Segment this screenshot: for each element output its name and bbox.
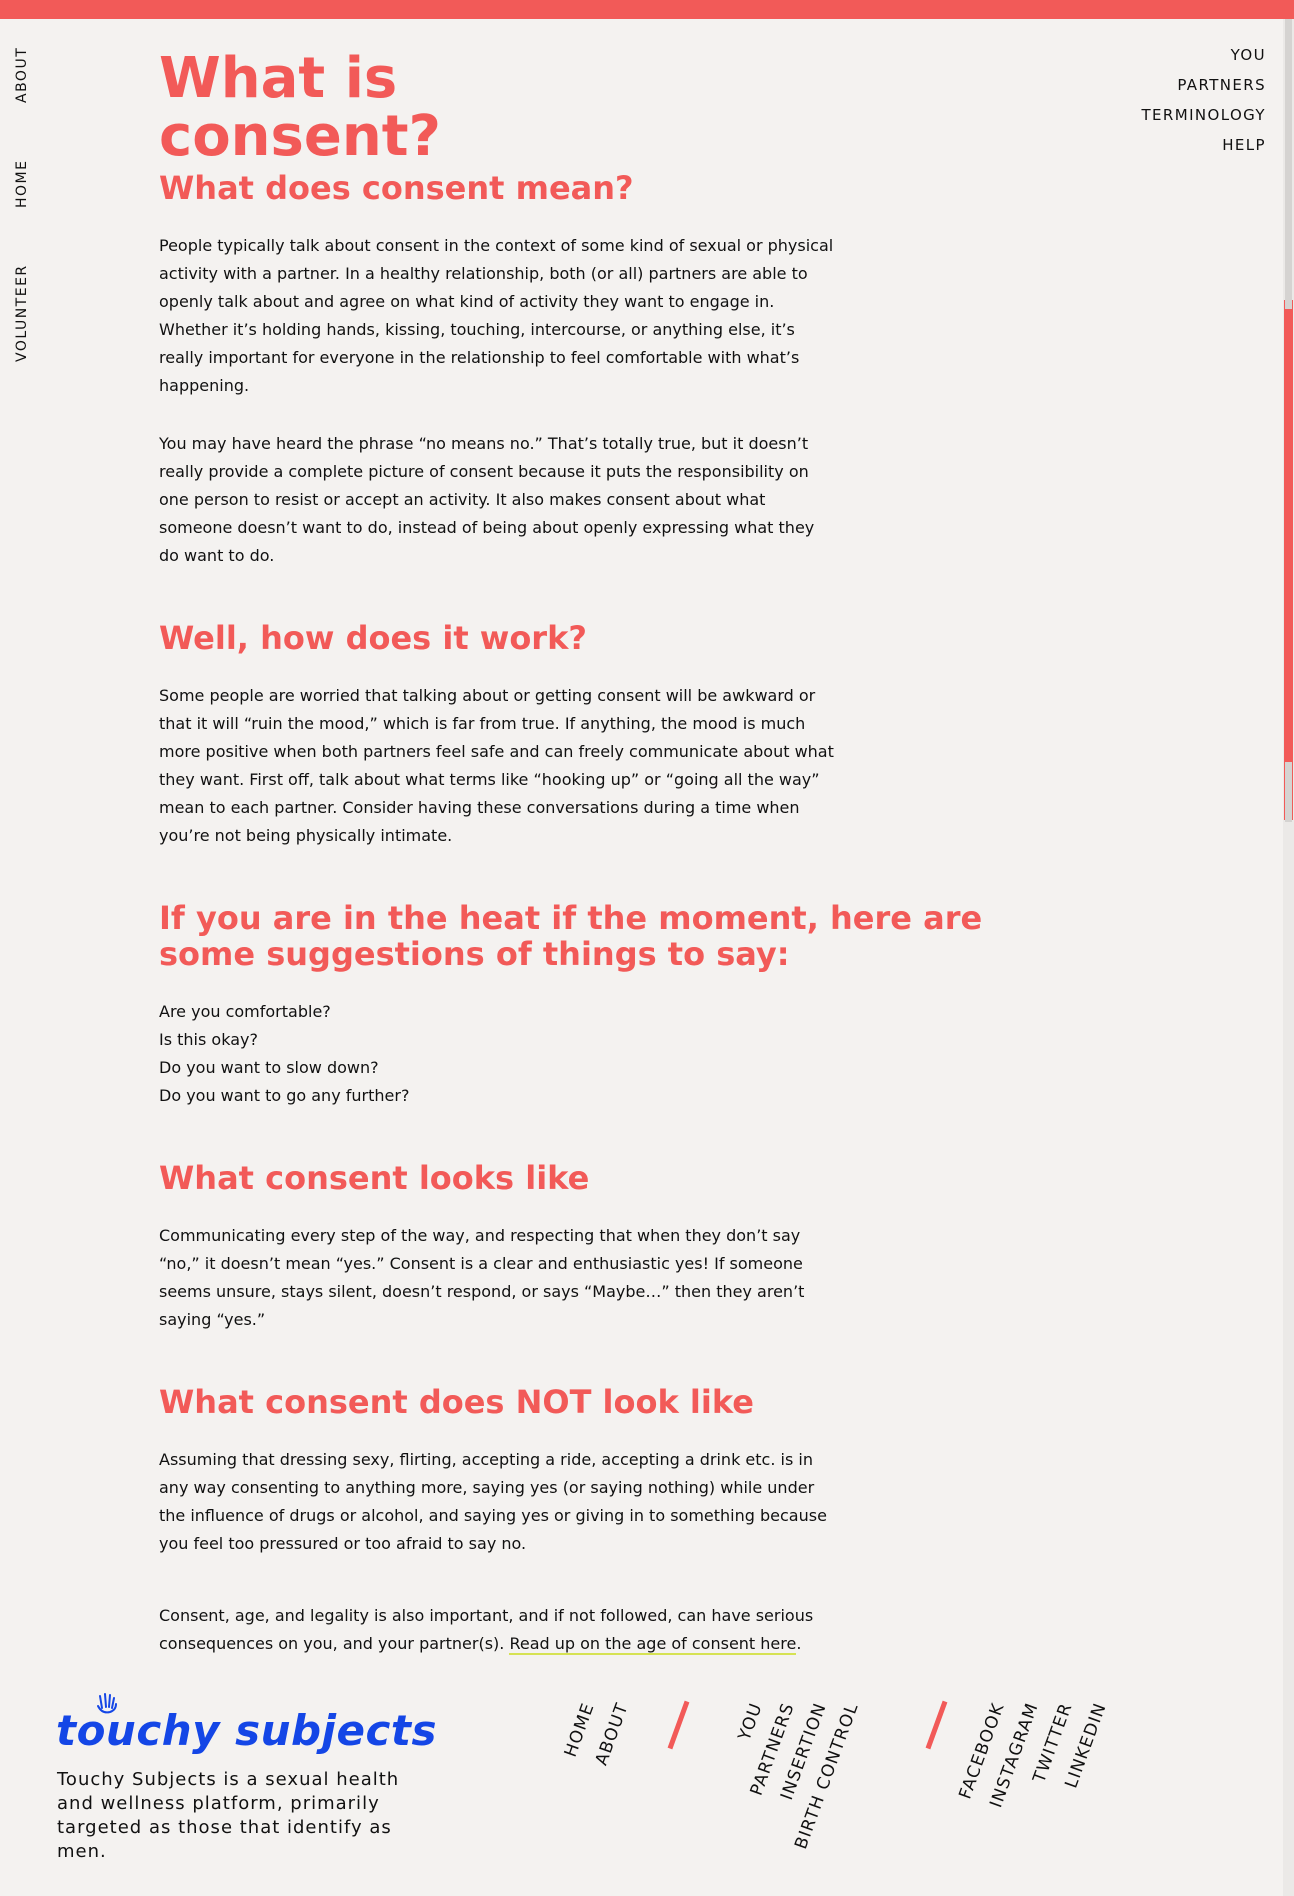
scrollbar-thumb[interactable] <box>1284 300 1293 820</box>
scrollbar-upper-segment <box>1285 19 1292 309</box>
paragraph-meaning-2: You may have heard the phrase “no means … <box>159 434 815 565</box>
suggestions-list: Are you comfortable? Is this okay? Do yo… <box>159 998 999 1110</box>
section-heading-meaning: What does consent mean? <box>159 169 634 207</box>
nav-item-terminology[interactable]: TERMINOLOGY <box>1141 100 1266 130</box>
nav-item-partners[interactable]: PARTNERS <box>1141 70 1266 100</box>
sidebar-item-home[interactable]: HOME <box>8 158 36 210</box>
footer-link-about[interactable]: ABOUT <box>592 1700 633 1768</box>
section-heading-looks-like: What consent looks like <box>159 1159 590 1197</box>
closing-end: . <box>796 1634 802 1653</box>
main-content: What is consent? What does consent mean?… <box>159 50 999 1658</box>
footer-link-you[interactable]: YOU <box>735 1700 767 1743</box>
nav-item-help[interactable]: HELP <box>1141 130 1266 160</box>
section-heading-suggestions: If you are in the heat if the moment, he… <box>159 899 983 973</box>
paragraph-not-look-like: Assuming that dressing sexy, flirting, a… <box>159 1450 827 1553</box>
scrollbar-marker <box>1285 762 1292 822</box>
paragraph-meaning-1: People typically talk about consent in t… <box>159 236 834 395</box>
footer-link-home[interactable]: HOME <box>561 1700 599 1760</box>
top-navigation: YOU PARTNERS TERMINOLOGY HELP <box>1141 40 1266 160</box>
age-of-consent-link[interactable]: Read up on the age of consent here <box>509 1634 797 1655</box>
sidebar-item-about[interactable]: ABOUT <box>8 44 36 106</box>
divider-slash <box>667 1700 690 1750</box>
nav-item-you[interactable]: YOU <box>1141 40 1266 70</box>
paragraph-how-1: Some people are worried that talking abo… <box>159 686 834 845</box>
paragraph-looks-like: Communicating every step of the way, and… <box>159 1226 805 1329</box>
list-item: Are you comfortable? <box>159 1002 331 1021</box>
footer-description: Touchy Subjects is a sexual health and w… <box>57 1769 400 1862</box>
closing-paragraph: Consent, age, and legality is also impor… <box>159 1602 839 1658</box>
list-item: Is this okay? <box>159 1030 258 1049</box>
section-heading-not-look-like: What consent does NOT look like <box>159 1383 754 1421</box>
top-accent-bar <box>0 0 1294 19</box>
list-item: Do you want to slow down? <box>159 1058 379 1077</box>
divider-slash <box>925 1700 948 1750</box>
section-heading-how: Well, how does it work? <box>159 619 587 657</box>
sidebar-item-volunteer[interactable]: VOLUNTEER <box>8 263 36 363</box>
page-title: What is consent? <box>159 46 441 169</box>
list-item: Do you want to go any further? <box>159 1086 410 1105</box>
brand-logo[interactable]: touchy subjects <box>56 1706 437 1755</box>
